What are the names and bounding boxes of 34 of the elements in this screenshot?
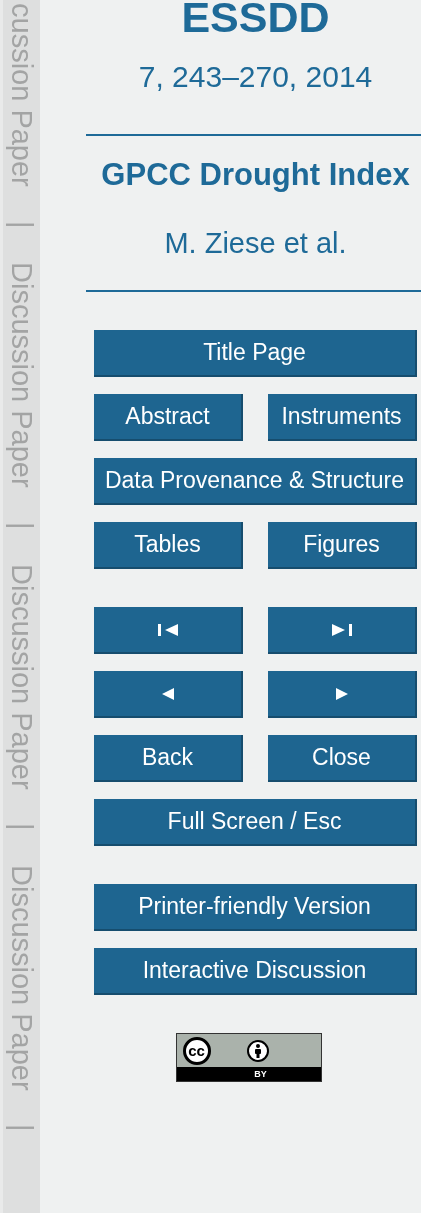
- nav-button[interactable]: Full Screen / Esc: [94, 799, 417, 846]
- nav-button[interactable]: Back: [94, 735, 243, 782]
- first-page-icon: [156, 622, 179, 637]
- margin-label: |: [7, 823, 36, 831]
- margin-label: Discussion Paper: [7, 864, 36, 1091]
- margin-label: Discussion Paper: [7, 262, 36, 488]
- journal-name: ESSDD: [180, 0, 331, 34]
- last-page-icon: [330, 622, 353, 637]
- paper-title: GPCC Drought Index: [100, 157, 411, 193]
- margin-label: |: [7, 522, 36, 530]
- previous-icon: [160, 686, 175, 701]
- nav-button[interactable]: Printer-friendly Version: [94, 884, 417, 931]
- margin-label: |: [7, 1124, 36, 1132]
- margin-label: cussion Paper: [7, 3, 36, 187]
- next-icon: [334, 686, 349, 701]
- nav-button[interactable]: Title Page: [94, 330, 417, 377]
- cc-mark: cc: [182, 1036, 211, 1065]
- nav-button[interactable]: Figures: [268, 522, 417, 569]
- volume-info: 7, 243–270, 2014: [137, 60, 374, 94]
- margin-label: |: [7, 220, 36, 229]
- nav-button[interactable]: Data Provenance & Structure: [94, 458, 417, 505]
- person-icon: [246, 1039, 269, 1062]
- badge-label: BY: [254, 1068, 267, 1081]
- next-button[interactable]: [268, 671, 417, 718]
- last-button[interactable]: [268, 607, 417, 654]
- nav-button[interactable]: Instruments: [268, 394, 417, 441]
- margin-label: Discussion Paper: [7, 563, 36, 790]
- first-button[interactable]: [94, 607, 243, 654]
- nav-button[interactable]: Interactive Discussion: [94, 948, 417, 995]
- authors: M. Ziese et al.: [163, 227, 348, 260]
- nav-button[interactable]: Tables: [94, 522, 243, 569]
- previous-button[interactable]: [94, 671, 243, 718]
- nav-button[interactable]: Abstract: [94, 394, 243, 441]
- nav-button[interactable]: Close: [268, 735, 417, 782]
